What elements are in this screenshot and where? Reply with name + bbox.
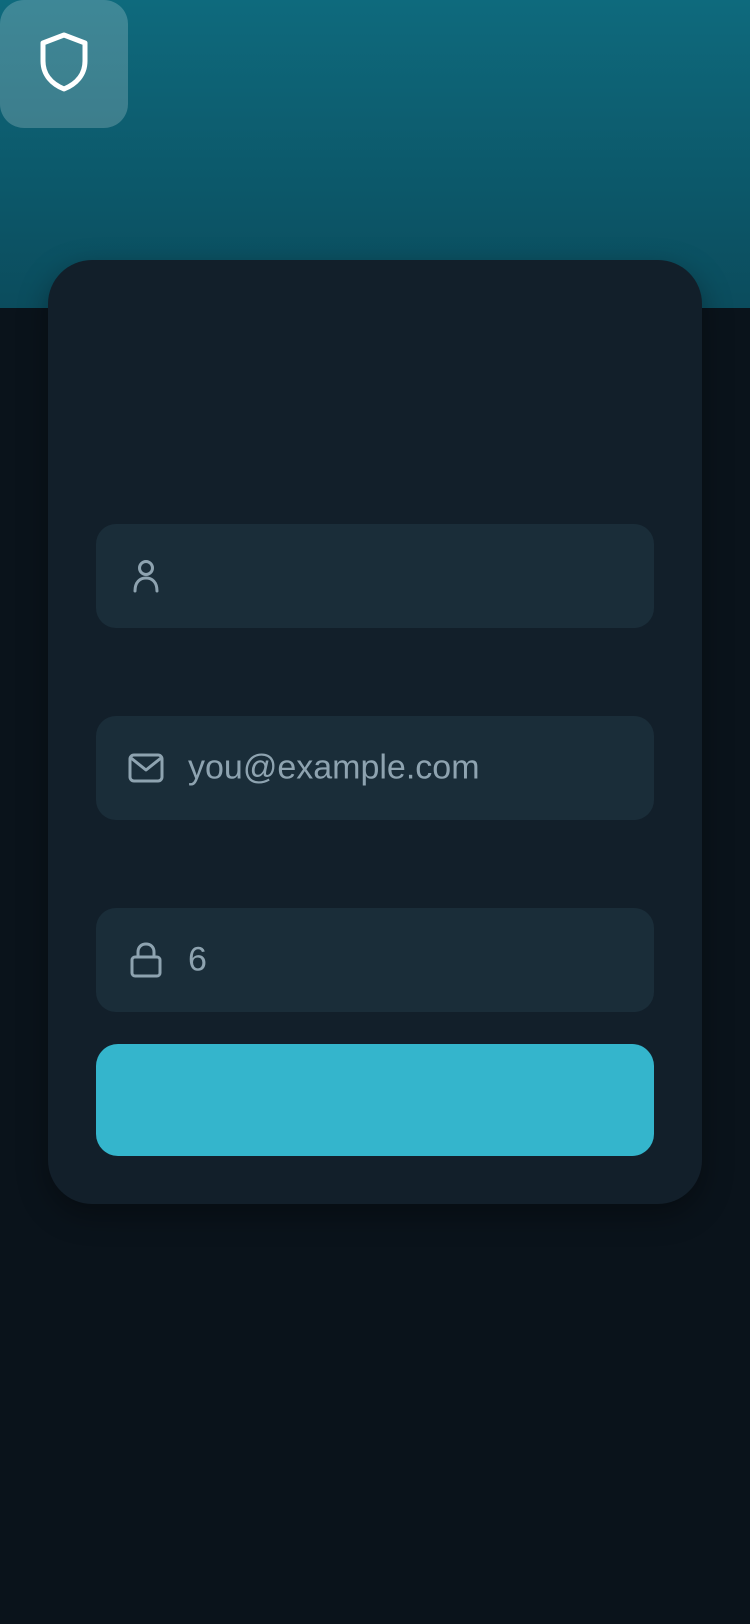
email-field[interactable]: you@example.com [96, 716, 654, 820]
mail-icon [128, 750, 164, 786]
email-input[interactable]: you@example.com [188, 749, 480, 788]
submit-button[interactable] [96, 1044, 654, 1156]
password-field[interactable]: 6 [96, 908, 654, 1012]
user-icon [128, 558, 164, 594]
login-page: you@example.com 6 [0, 0, 750, 1624]
shield-icon [37, 31, 91, 98]
form-card: you@example.com 6 [48, 260, 702, 1204]
logo-tile [0, 0, 128, 128]
lock-icon [128, 942, 164, 978]
name-field[interactable] [96, 524, 654, 628]
password-input[interactable]: 6 [188, 941, 207, 980]
